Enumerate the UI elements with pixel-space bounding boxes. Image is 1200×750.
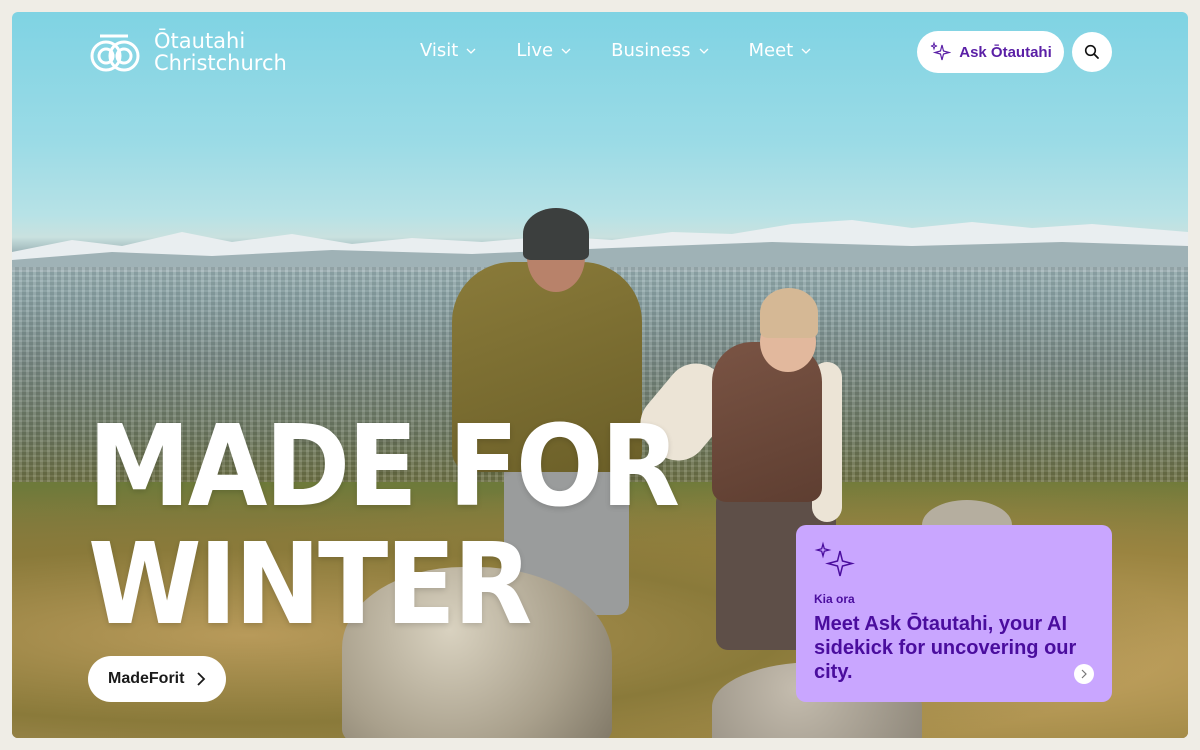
cta-label: MadeForit: [108, 670, 185, 687]
man-beanie: [523, 208, 589, 260]
logo-line-1: Ōtautahi: [154, 29, 246, 53]
nav-label: Meet: [748, 40, 794, 61]
headline-line-2: WINTER: [88, 520, 532, 650]
hero-headline: MADE FOR WINTER: [88, 402, 680, 650]
chevron-down-icon: [801, 48, 811, 54]
nav-label: Visit: [420, 40, 459, 61]
woman-beanie: [760, 288, 818, 338]
promo-text: Meet Ask Ōtautahi, your AI sidekick for …: [814, 613, 1077, 683]
sparkle-icon: [931, 41, 952, 61]
chevron-right-icon: [1081, 669, 1087, 679]
nav-item-meet[interactable]: Meet: [749, 40, 812, 61]
nav-label: Business: [611, 40, 691, 61]
main-nav: Visit Live Business Meet: [420, 40, 811, 61]
nav-label: Live: [516, 40, 554, 61]
ask-label: Ask Ōtautahi: [959, 43, 1052, 61]
logo-wordmark: Ōtautahi Christchurch: [154, 30, 287, 74]
nav-item-visit[interactable]: Visit: [420, 40, 476, 61]
chevron-down-icon: [561, 48, 571, 54]
mountain-range: [12, 220, 1188, 272]
search-icon: [1084, 44, 1099, 59]
chevron-right-icon: [197, 672, 206, 686]
logo-icon: [90, 34, 140, 72]
chevron-down-icon: [699, 48, 708, 54]
arrow-right-button[interactable]: [1074, 664, 1094, 684]
sparkle-icon: [814, 541, 855, 577]
nav-item-business[interactable]: Business: [611, 40, 708, 61]
chevron-down-icon: [466, 48, 476, 54]
madeforit-link[interactable]: MadeForit: [88, 656, 227, 702]
ask-otautahi-button[interactable]: Ask Ōtautahi: [917, 31, 1064, 73]
promo-kicker: Kia ora: [814, 592, 855, 606]
logo-line-2: Christchurch: [154, 51, 287, 75]
woman-vest: [712, 342, 822, 502]
search-button[interactable]: [1072, 32, 1112, 72]
headline-line-1: MADE FOR: [88, 402, 680, 532]
ask-otautahi-promo-card[interactable]: Kia ora Meet Ask Ōtautahi, your AI sidek…: [796, 525, 1112, 702]
site-logo[interactable]: Ōtautahi Christchurch: [88, 28, 287, 76]
nav-item-live[interactable]: Live: [516, 40, 571, 61]
